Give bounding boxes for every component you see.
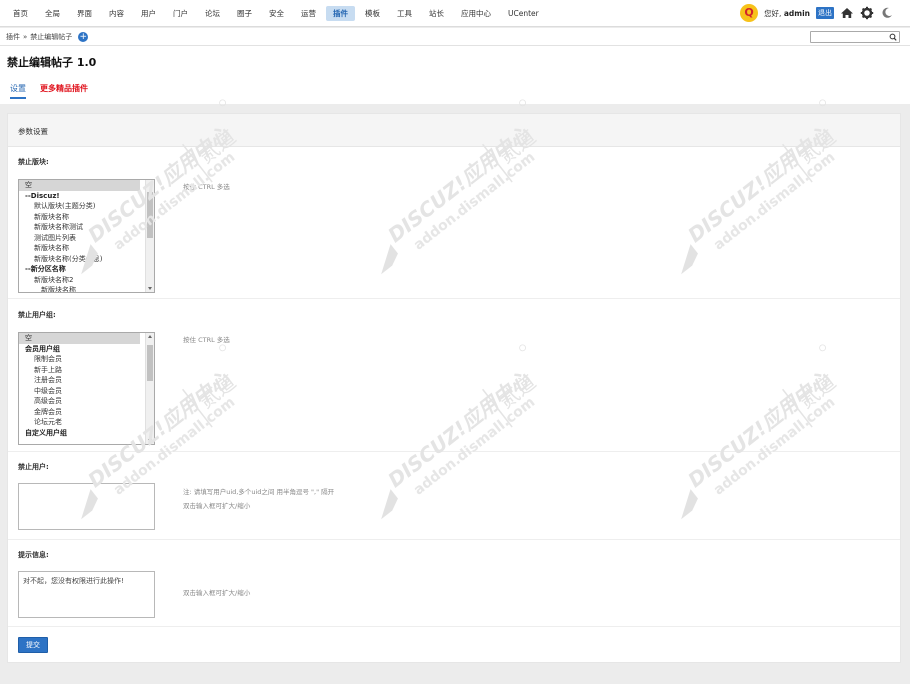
forums-scrollbar[interactable] [145,180,154,292]
menu-item-ucenter[interactable]: UCenter [501,6,546,21]
breadcrumb-current: 禁止编辑帖子 [30,33,73,41]
username: admin [783,8,810,18]
panel-header: 参数设置 [8,114,900,147]
scroll-thumb[interactable] [147,345,153,381]
menu-item-portal[interactable]: 门户 [166,6,195,21]
message-label: 提示信息: [18,551,49,559]
menu-item-group[interactable]: 圈子 [230,6,259,21]
settings-panel: 参数设置 禁止版块: 空 --Discuz! 默认版块(主题分类) 新版块名称 … [7,113,901,663]
users-label: 禁止用户: [18,463,49,471]
divider [8,298,900,299]
list-item[interactable]: 限制会员 [19,354,154,365]
divider [8,626,900,627]
banned-users-textarea[interactable] [18,483,155,530]
scroll-down-icon[interactable] [148,287,152,290]
list-item[interactable]: --新分区名称 [19,264,154,275]
menu-item-home[interactable]: 首页 [6,6,35,21]
breadcrumb-bar: 插件 » 禁止编辑帖子 + [0,28,910,46]
menu-item-app-center[interactable]: 应用中心 [454,6,498,21]
panel-title: 参数设置 [18,127,48,136]
scroll-up-icon[interactable] [148,182,152,185]
list-item[interactable]: 金牌会员 [19,407,154,418]
menu-item-users[interactable]: 用户 [134,6,163,21]
logout-button[interactable]: 退出 [816,7,834,19]
scroll-up-icon[interactable] [148,335,152,338]
list-item[interactable]: 新版块名称(分类信息) [19,254,154,265]
gear-icon[interactable] [860,6,874,20]
list-item[interactable]: 注册会员 [19,375,154,386]
forums-label: 禁止版块: [18,158,49,166]
scroll-thumb[interactable] [147,192,153,238]
user-greeting: 您好, admin [764,8,810,18]
search-icon[interactable] [889,32,897,42]
list-item[interactable]: 新版块名称 [19,212,154,223]
list-item[interactable]: 默认版块(主题分类) [19,201,154,212]
top-nav: 首页 全局 界面 内容 用户 门户 论坛 圈子 安全 运营 插件 模板 工具 站… [0,0,910,27]
menu-item-tools[interactable]: 工具 [390,6,419,21]
breadcrumb: 插件 » 禁止编辑帖子 + [6,32,89,42]
menu-item-templates[interactable]: 模板 [358,6,387,21]
page-header: 禁止编辑帖子 1.0 设置 更多精品插件 [0,46,910,104]
forums-select[interactable]: 空 --Discuz! 默认版块(主题分类) 新版块名称 新版块名称测试 测试图… [18,179,155,293]
menu-item-interface[interactable]: 界面 [70,6,99,21]
groups-select[interactable]: 空 会员用户组 限制会员 新手上路 注册会员 中级会员 高级会员 金牌会员 论坛… [18,332,155,445]
add-shortcut-icon[interactable]: + [78,32,89,42]
list-item[interactable]: 自定义用户组 [19,428,154,439]
list-item[interactable]: 高级会员 [19,396,154,407]
users-hint: 注: 请填写用户uid,多个uid之间 用半角逗号 "," 隔开 [183,488,335,496]
menu-item-operation[interactable]: 运营 [294,6,323,21]
list-item[interactable]: 会员用户组 [19,344,154,355]
list-item[interactable]: 空 [19,333,140,344]
groups-label: 禁止用户组: [18,311,56,319]
users-resize-hint: 双击输入框可扩大/缩小 [183,502,251,510]
search-input[interactable] [810,31,900,43]
menu-item-content[interactable]: 内容 [102,6,131,21]
menu-item-security[interactable]: 安全 [262,6,291,21]
breadcrumb-separator: » [23,33,28,41]
scroll-down-icon[interactable] [148,439,152,442]
list-item[interactable]: 新版块名称测试 [19,222,154,233]
night-mode-icon[interactable] [880,6,894,20]
breadcrumb-parent[interactable]: 插件 [6,32,20,42]
page-title: 禁止编辑帖子 1.0 [7,56,97,69]
list-item[interactable]: 新版块名称 [19,243,154,254]
list-item[interactable]: 中级会员 [19,386,154,397]
home-icon[interactable] [840,6,854,20]
menu-item-plugins[interactable]: 插件 [326,6,355,21]
forums-hint: 按住 CTRL 多选 [183,183,230,191]
list-item[interactable]: --Discuz! [19,191,154,202]
list-item[interactable]: 测试图片列表 [19,233,154,244]
list-item[interactable]: 新版块名称2 [19,275,154,286]
main-menu: 首页 全局 界面 内容 用户 门户 论坛 圈子 安全 运营 插件 模板 工具 站… [6,6,549,21]
app-logo-icon[interactable]: Q [740,4,759,22]
menu-item-webmaster[interactable]: 站长 [422,6,451,21]
list-item[interactable]: 新版块名称 [19,285,154,292]
groups-hint: 按住 CTRL 多选 [183,336,230,344]
tab-more-plugins[interactable]: 更多精品插件 [40,83,88,94]
user-bar: Q 您好, admin 退出 [740,4,894,22]
tab-settings[interactable]: 设置 [10,83,26,99]
message-hint: 双击输入框可扩大/缩小 [183,589,251,597]
list-item[interactable]: 论坛元老 [19,417,154,428]
menu-item-forum[interactable]: 论坛 [198,6,227,21]
menu-item-global[interactable]: 全局 [38,6,67,21]
list-item[interactable]: 新手上路 [19,365,154,376]
groups-scrollbar[interactable] [145,333,154,444]
submit-button[interactable]: 提交 [18,637,48,653]
list-item[interactable]: 空 [19,180,140,191]
message-textarea[interactable]: 对不起，您没有权限进行此操作! [18,571,155,618]
divider [8,451,900,452]
divider [8,539,900,540]
